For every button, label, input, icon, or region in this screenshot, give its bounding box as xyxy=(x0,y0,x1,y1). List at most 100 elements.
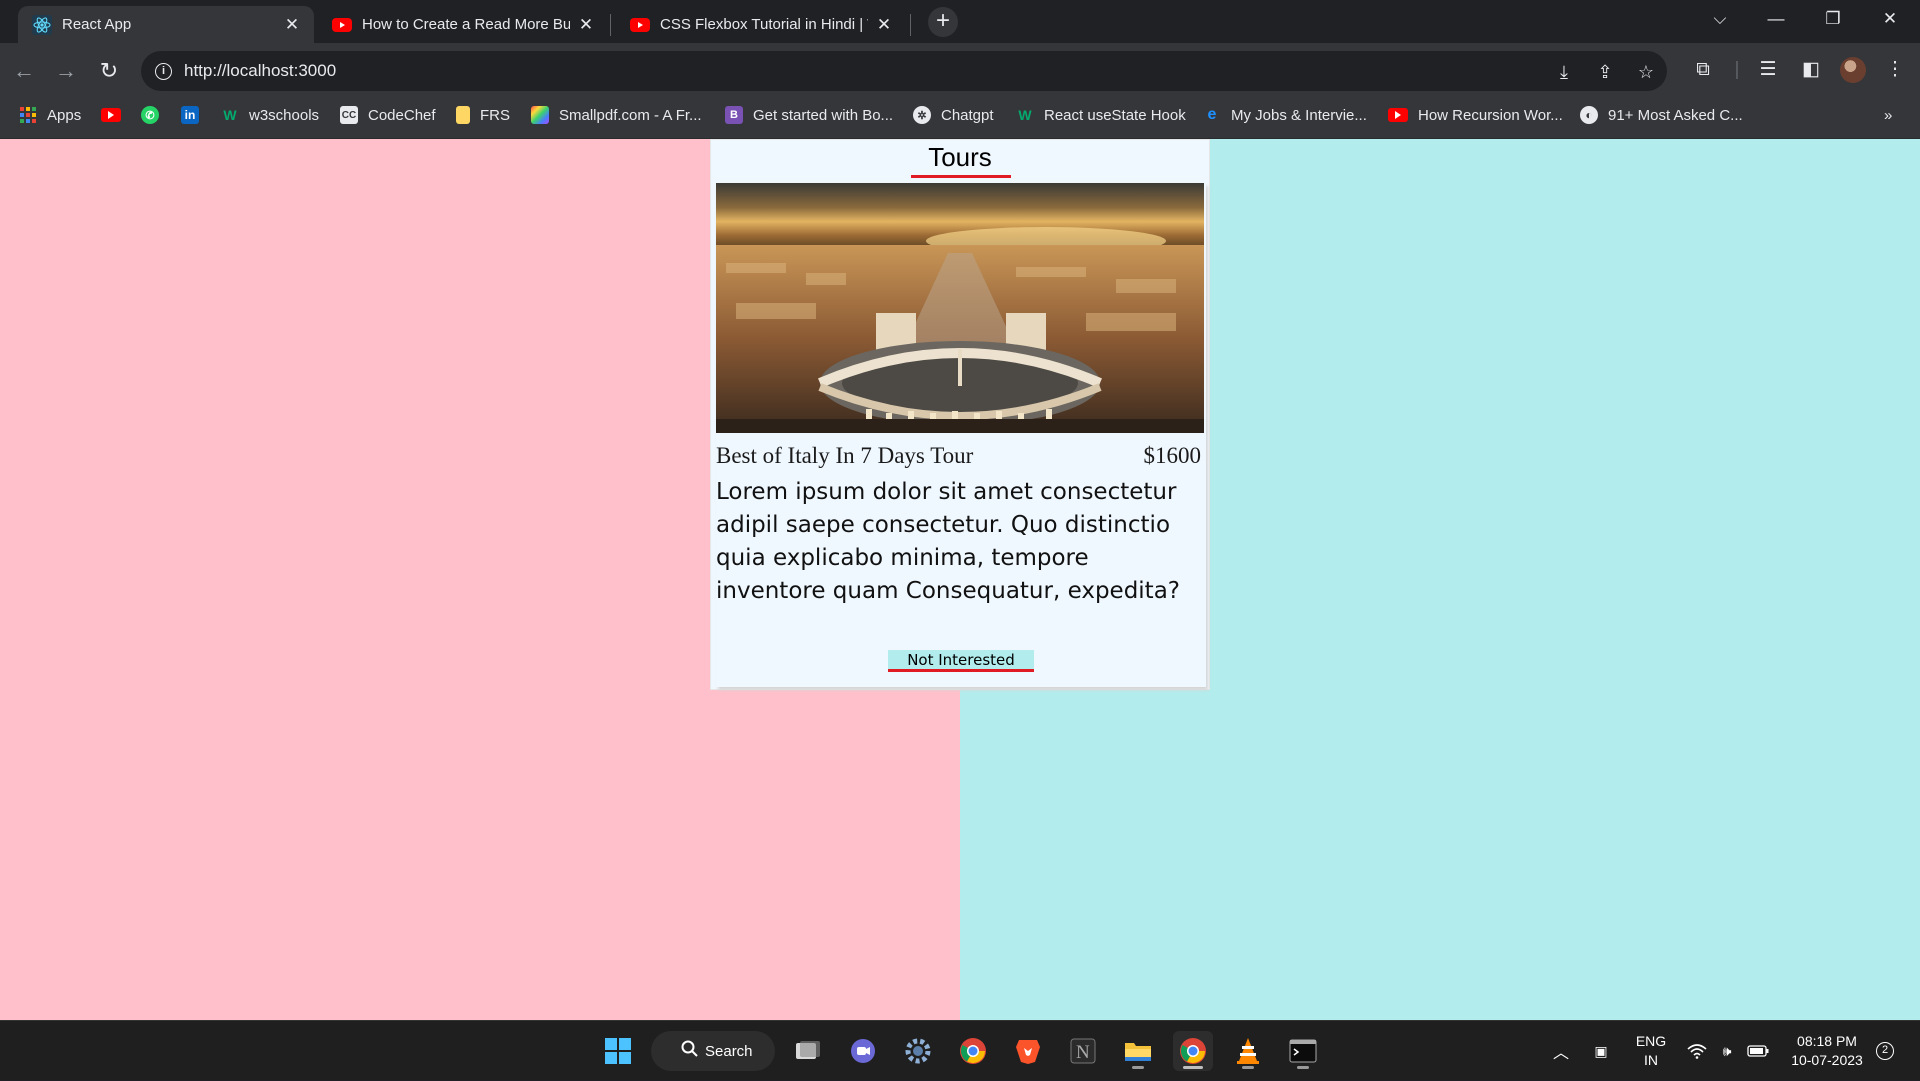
windows-taskbar: Search N ︿ ▣ ENG IN 🕪 08:18 PM 10-07-202… xyxy=(0,1020,1920,1080)
youtube-icon xyxy=(1388,108,1408,122)
tab-title: React App xyxy=(62,16,132,33)
chrome-active-icon[interactable] xyxy=(1173,1031,1213,1071)
install-app-icon[interactable]: ⤓ xyxy=(1551,59,1577,85)
running-indicator xyxy=(1132,1066,1144,1069)
react-icon xyxy=(32,14,52,35)
media-control-icon[interactable]: ☰ xyxy=(1753,55,1783,85)
show-hidden-icons-chevron-icon[interactable]: ︿ xyxy=(1548,1021,1574,1081)
smallpdf-icon xyxy=(531,106,549,124)
volume-icon[interactable]: 🕪 xyxy=(1714,1021,1740,1081)
bookmark-label: React useState Hook xyxy=(1044,106,1186,124)
bookmark-w3schools[interactable]: W w3schools xyxy=(221,98,319,132)
bookmark-smallpdf[interactable]: Smallpdf.com - A Fr... xyxy=(531,98,702,132)
bookmark-most-asked[interactable]: ◐ 91+ Most Asked C... xyxy=(1580,98,1743,132)
windows-start-icon[interactable] xyxy=(598,1031,638,1071)
close-window-button[interactable]: ✕ xyxy=(1862,0,1918,38)
side-panel-icon[interactable]: ◧ xyxy=(1796,55,1826,85)
terminal-icon[interactable] xyxy=(1283,1031,1323,1071)
file-explorer-icon[interactable] xyxy=(1118,1031,1158,1071)
tab-flexbox-video[interactable]: CSS Flexbox Tutorial in Hindi | W ✕ xyxy=(616,6,906,43)
bookmarks-bar: Apps ✆ in W w3schools CC CodeChef FRS Sm… xyxy=(0,98,1920,139)
extensions-puzzle-icon[interactable]: ⧉ xyxy=(1688,55,1718,85)
bookmark-label: FRS xyxy=(480,106,510,124)
bookmark-label: CodeChef xyxy=(368,106,436,124)
bookmark-label: How Recursion Wor... xyxy=(1418,106,1563,124)
w3schools-icon: W xyxy=(1018,107,1032,123)
clock-date: 10-07-2023 xyxy=(1791,1052,1863,1068)
tour-card: Best of Italy In 7 Days Tour $1600 Lorem… xyxy=(716,183,1206,687)
bookmark-chatgpt[interactable]: ✲ Chatgpt xyxy=(913,98,994,132)
youtube-icon xyxy=(630,15,650,35)
folder-icon xyxy=(456,106,470,124)
bookmark-linkedin[interactable]: in xyxy=(181,98,209,132)
tab-divider xyxy=(910,14,911,36)
profile-avatar[interactable] xyxy=(1840,57,1866,83)
search-label: Search xyxy=(705,1042,753,1060)
bookmark-label: Apps xyxy=(47,106,82,124)
notification-count: 2 xyxy=(1876,1042,1894,1060)
vlc-icon[interactable] xyxy=(1228,1031,1268,1071)
brave-icon[interactable] xyxy=(1008,1031,1048,1071)
notion-icon[interactable]: N xyxy=(1063,1031,1103,1071)
bookmark-label: Get started with Bo... xyxy=(753,106,894,124)
tours-container: Tours Best of Italy In 7 Days Tour $1600… xyxy=(710,139,1210,690)
address-bar[interactable]: i http://localhost:3000 ⤓ ⇪ ☆ xyxy=(141,51,1667,91)
share-icon[interactable]: ⇪ xyxy=(1592,59,1618,85)
tab-divider xyxy=(610,14,611,36)
linkedin-icon: in xyxy=(181,106,199,124)
bookmark-label: Smallpdf.com - A Fr... xyxy=(559,106,702,124)
title-underline xyxy=(911,175,1011,178)
browser-toolbar: ← → ↻ i http://localhost:3000 ⤓ ⇪ ☆ ⧉ | … xyxy=(0,43,1920,98)
bookmark-youtube[interactable] xyxy=(101,98,131,132)
bookmark-label: 91+ Most Asked C... xyxy=(1608,106,1743,124)
bookmark-frs[interactable]: FRS xyxy=(456,98,510,132)
close-icon[interactable]: ✕ xyxy=(576,15,596,35)
bookmark-apps[interactable]: Apps xyxy=(19,98,81,132)
bookmark-react-usestate[interactable]: W React useState Hook xyxy=(1016,98,1186,132)
menu-kebab-icon[interactable]: ⋮ xyxy=(1880,55,1910,85)
chrome-icon[interactable] xyxy=(953,1031,993,1071)
apps-grid-icon xyxy=(19,106,37,124)
bookmark-whatsapp[interactable]: ✆ xyxy=(141,98,169,132)
minimize-button[interactable]: — xyxy=(1748,0,1804,38)
bookmark-recursion[interactable]: How Recursion Wor... xyxy=(1388,98,1563,132)
bookmark-label: w3schools xyxy=(249,106,320,124)
tour-description: Lorem ipsum dolor sit amet consectetur a… xyxy=(716,479,1180,604)
input-indicator-icon[interactable]: ▣ xyxy=(1588,1021,1614,1081)
tab-react-app[interactable]: React App ✕ xyxy=(18,6,314,43)
site-info-icon[interactable]: i xyxy=(155,62,172,80)
taskbar-search[interactable]: Search xyxy=(651,1031,775,1071)
bookmark-bootstrap[interactable]: B Get started with Bo... xyxy=(725,98,893,132)
reload-icon[interactable]: ↻ xyxy=(94,56,124,86)
tab-search-chevron-icon[interactable]: ⌵ xyxy=(1692,0,1748,38)
bookmark-codechef[interactable]: CC CodeChef xyxy=(340,98,436,132)
clock[interactable]: 08:18 PM 10-07-2023 xyxy=(1780,1021,1874,1081)
notification-badge[interactable]: 2 xyxy=(1874,1021,1896,1081)
new-tab-button[interactable]: + xyxy=(928,7,958,37)
tab-read-more-video[interactable]: How to Create a Read More But ✕ xyxy=(318,6,608,43)
active-indicator xyxy=(1183,1066,1203,1069)
bookmarks-overflow-button[interactable]: » xyxy=(1884,98,1892,132)
wifi-icon[interactable] xyxy=(1684,1021,1710,1081)
battery-icon[interactable] xyxy=(1744,1021,1772,1081)
bookmark-star-icon[interactable]: ☆ xyxy=(1633,59,1659,85)
edge-icon: e xyxy=(1207,106,1217,123)
forward-arrow-icon[interactable]: → xyxy=(51,56,81,86)
back-arrow-icon[interactable]: ← xyxy=(9,56,39,86)
whatsapp-icon: ✆ xyxy=(141,106,159,124)
settings-gear-icon[interactable] xyxy=(898,1031,938,1071)
restore-button[interactable]: ❐ xyxy=(1805,0,1861,38)
tour-name: Best of Italy In 7 Days Tour xyxy=(716,443,974,468)
not-interested-button[interactable]: Not Interested xyxy=(888,650,1034,672)
teams-chat-icon[interactable] xyxy=(843,1031,883,1071)
task-view-icon[interactable] xyxy=(788,1031,828,1071)
codechef-icon: CC xyxy=(340,106,358,124)
language-indicator[interactable]: ENG IN xyxy=(1628,1021,1674,1081)
close-icon[interactable]: ✕ xyxy=(874,15,894,35)
tour-price: $1600 xyxy=(1143,443,1202,468)
bookmark-my-jobs[interactable]: e My Jobs & Intervie... xyxy=(1203,98,1367,132)
clock-time: 08:18 PM xyxy=(1797,1033,1857,1049)
close-icon[interactable]: ✕ xyxy=(282,15,302,35)
bookmark-label: Chatgpt xyxy=(941,106,994,124)
bootstrap-icon: B xyxy=(725,106,743,124)
